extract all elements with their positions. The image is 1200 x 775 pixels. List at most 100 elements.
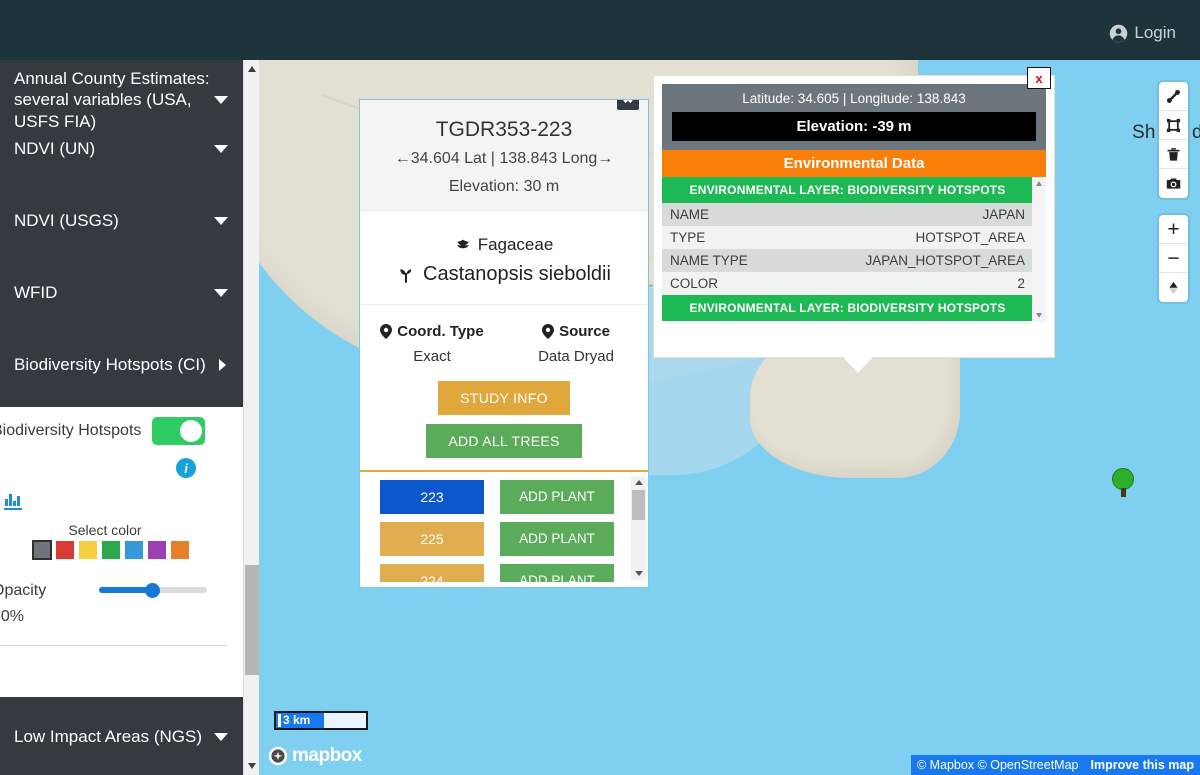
color-swatch-group[interactable] (32, 540, 189, 560)
close-label: x (1035, 70, 1043, 86)
map-label-city-part2: d (1192, 122, 1200, 143)
compass-icon[interactable] (1159, 273, 1188, 302)
zoom-in-icon[interactable]: + (1159, 215, 1188, 244)
env-elevation: Elevation: -39 m (672, 112, 1036, 141)
color-swatch-gray[interactable] (32, 540, 52, 560)
plant-id-badge[interactable]: 223 (380, 480, 484, 514)
chevron-down-icon[interactable] (214, 733, 228, 741)
layer-settings-panel[interactable]: Biodiversity Hotspots i Select color Opa… (0, 407, 244, 697)
plant-id-badge[interactable]: 225 (380, 522, 484, 556)
login-button[interactable]: Login (1109, 23, 1176, 43)
account-circle-icon (1110, 24, 1128, 42)
opacity-slider[interactable] (99, 583, 207, 598)
scrollbar-thumb[interactable] (632, 490, 645, 520)
sidebar-item-biodiversity-hotspots[interactable]: Biodiversity Hotspots (CI) (0, 354, 244, 376)
divider (0, 645, 227, 646)
layers-sidebar[interactable]: Annual County Estimates: several variabl… (0, 60, 244, 775)
arrow-right-icon[interactable]: → (597, 150, 613, 167)
list-item[interactable]: 224 ADD PLANT (360, 564, 648, 582)
sidebar-item-ndvi-un[interactable]: NDVI (UN) (0, 138, 244, 160)
chevron-down-icon[interactable] (214, 95, 228, 104)
attribution-improve-link[interactable]: Improve this map (1084, 755, 1200, 775)
close-icon[interactable]: ✖ (617, 100, 639, 110)
scroll-up-arrow-icon[interactable] (635, 480, 643, 485)
tree-meta-source-head: Source (504, 323, 648, 340)
scroll-down-arrow-icon[interactable] (635, 571, 643, 576)
zoom-in-label: + (1167, 217, 1180, 241)
chevron-down-icon[interactable] (214, 289, 228, 297)
sidebar-item-label: NDVI (USGS) (14, 211, 119, 230)
zoom-controls[interactable]: + − (1159, 215, 1188, 302)
popup-pointer (842, 356, 874, 373)
camera-icon[interactable] (1159, 169, 1188, 198)
plant-list[interactable]: 223 ADD PLANT 225 ADD PLANT 224 ADD PLAN… (360, 472, 648, 582)
add-plant-button[interactable]: ADD PLANT (500, 522, 614, 556)
sidebar-item-ndvi-usgs[interactable]: NDVI (USGS) (0, 210, 244, 232)
tree-popup-actions: STUDY INFO ADD ALL TREES (360, 371, 648, 470)
tree-detail-popup[interactable]: ✖ TGDR353-223 ←34.604 Lat | 138.843 Long… (359, 99, 649, 588)
sidebar-scrollbar[interactable] (243, 60, 259, 775)
draw-polygon-icon[interactable] (1159, 111, 1188, 140)
arrow-left-icon[interactable]: ← (395, 150, 411, 167)
color-swatch-orange[interactable] (171, 541, 189, 559)
bar-chart-icon[interactable] (4, 492, 22, 510)
opacity-value: 50% (0, 608, 25, 625)
env-layer-header-bottom: ENVIRONMENTAL LAYER: BIODIVERSITY HOTSPO… (662, 295, 1033, 321)
info-icon[interactable]: i (176, 458, 196, 478)
chevron-right-icon[interactable] (219, 359, 226, 371)
color-swatch-purple[interactable] (148, 541, 166, 559)
attribution-sources[interactable]: © Mapbox © OpenStreetMap (910, 755, 1085, 775)
list-item[interactable]: 225 ADD PLANT (360, 522, 648, 564)
draw-line-icon[interactable] (1159, 82, 1188, 111)
scrollbar-thumb[interactable] (245, 565, 259, 675)
chevron-down-icon[interactable] (214, 217, 228, 225)
color-swatch-blue[interactable] (125, 541, 143, 559)
slider-thumb[interactable] (145, 583, 160, 598)
layer-visibility-toggle[interactable] (152, 417, 205, 445)
color-swatch-green[interactable] (102, 541, 120, 559)
select-color-label: Select color (68, 522, 142, 538)
env-popup-body[interactable]: ENVIRONMENTAL LAYER: BIODIVERSITY HOTSPO… (662, 177, 1046, 322)
sidebar-item-wfid[interactable]: WFID (0, 282, 244, 304)
close-icon[interactable]: x (1027, 67, 1051, 89)
tree-marker[interactable] (1112, 468, 1134, 498)
env-popup-title: Environmental Data (662, 150, 1046, 177)
mapbox-logo[interactable]: mapbox (268, 745, 362, 767)
scroll-up-arrow-icon[interactable] (1035, 181, 1042, 186)
env-row-key: NAME TYPE (670, 253, 748, 268)
add-plant-button[interactable]: ADD PLANT (500, 564, 614, 582)
tree-meta-section: Coord. Type Exact Source Data Dryad (360, 305, 648, 371)
add-all-trees-button[interactable]: ADD ALL TREES (426, 424, 582, 458)
study-info-button[interactable]: STUDY INFO (438, 381, 570, 415)
scroll-up-arrow-icon[interactable] (248, 66, 256, 72)
draw-controls[interactable] (1159, 82, 1188, 198)
env-row-value: HOTSPOT_AREA (915, 230, 1025, 245)
env-row-value: JAPAN_HOTSPOT_AREA (865, 253, 1025, 268)
env-popup-header: Latitude: 34.605 | Longitude: 138.843 El… (662, 84, 1046, 150)
scroll-down-arrow-icon[interactable] (248, 763, 256, 769)
env-scrollbar[interactable] (1032, 177, 1046, 322)
plant-id-badge[interactable]: 224 (380, 564, 484, 582)
table-row: NAME JAPAN (662, 203, 1033, 226)
color-swatch-yellow[interactable] (79, 541, 97, 559)
map-attribution[interactable]: © Mapbox © OpenStreetMap Improve this ma… (910, 755, 1200, 775)
tree-species-label: Castanopsis sieboldii (423, 263, 611, 285)
sidebar-item-label: Biodiversity Hotspots (CI) (14, 355, 206, 374)
list-item[interactable]: 223 ADD PLANT (360, 480, 648, 522)
scroll-down-arrow-icon[interactable] (1035, 313, 1042, 318)
sidebar-item-annual-county-estimates[interactable]: Annual County Estimates: several variabl… (0, 68, 244, 132)
environmental-data-popup[interactable]: x Latitude: 34.605 | Longitude: 138.843 … (653, 67, 1055, 373)
color-swatch-red[interactable] (56, 541, 74, 559)
sidebar-item-label: Annual County Estimates: several variabl… (14, 69, 210, 131)
sidebar-item-low-impact-areas[interactable]: Low Impact Areas (NGS) (0, 726, 244, 748)
plant-list-scrollbar[interactable] (631, 476, 646, 580)
toggle-knob (180, 420, 202, 442)
tree-taxonomy-section: Fagaceae Castanopsis sieboldii (360, 211, 648, 305)
zoom-out-icon[interactable]: − (1159, 244, 1188, 273)
tree-meta-source-label: Source (559, 323, 610, 340)
env-row-value: JAPAN (982, 207, 1025, 222)
add-plant-button[interactable]: ADD PLANT (500, 480, 614, 514)
chevron-down-icon[interactable] (214, 145, 228, 153)
trash-icon[interactable] (1159, 140, 1188, 169)
tree-meta-source: Source Data Dryad (504, 323, 648, 365)
